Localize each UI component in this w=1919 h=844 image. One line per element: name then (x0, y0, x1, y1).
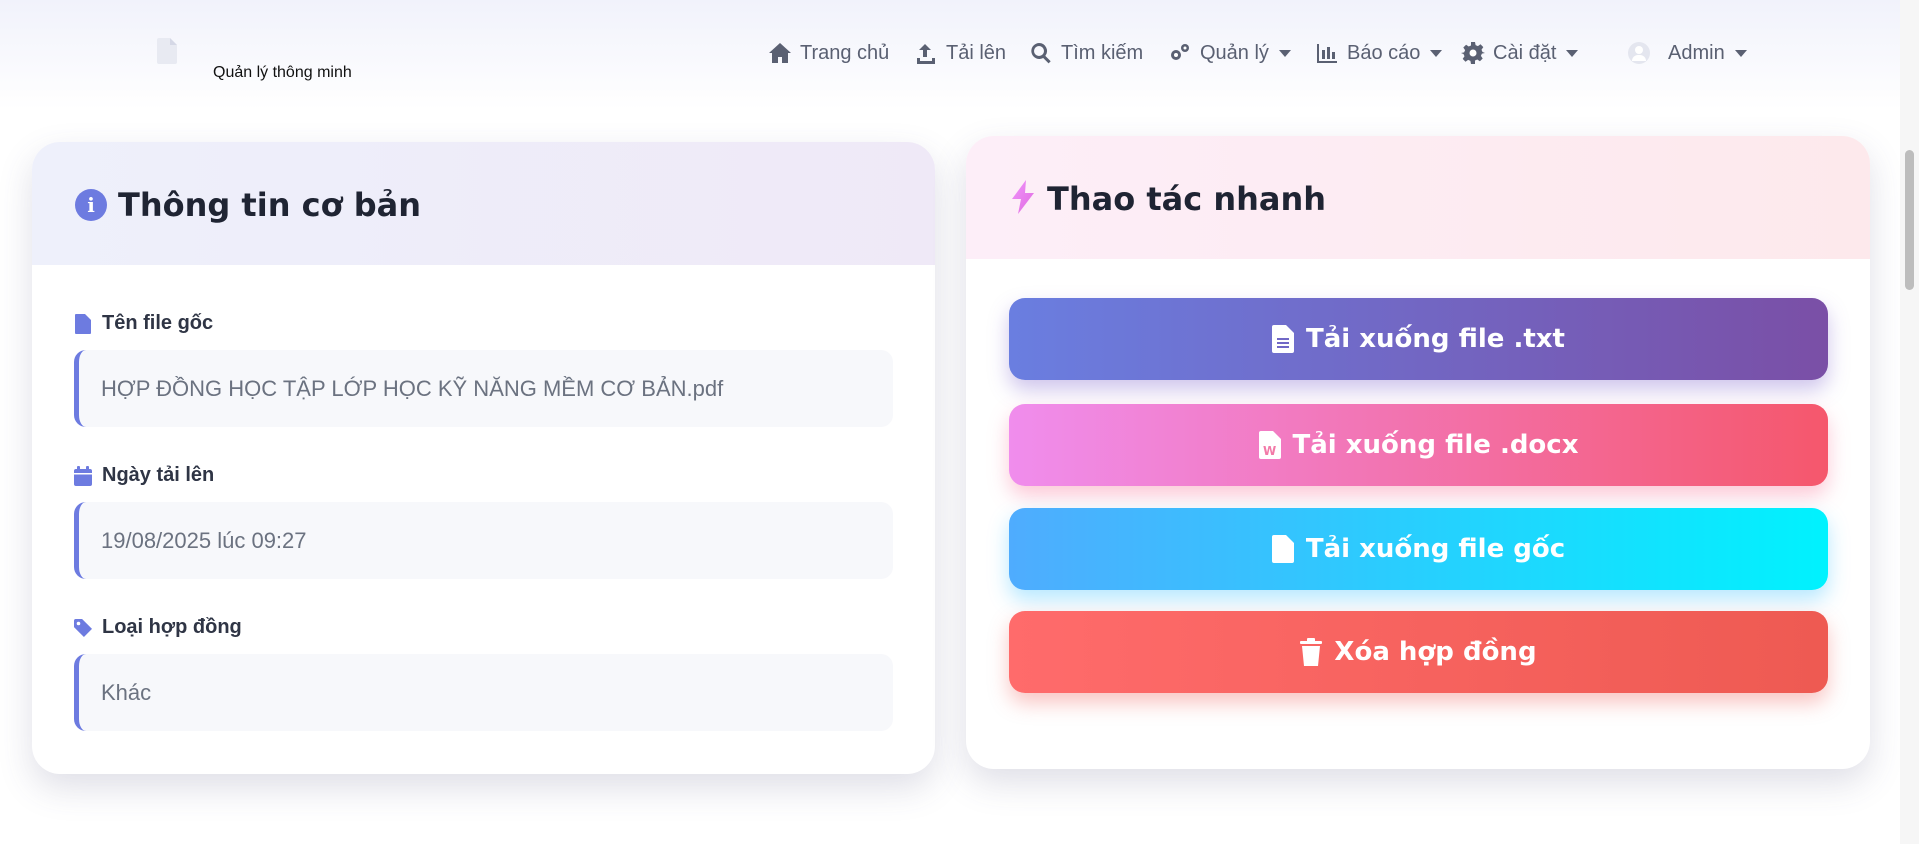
nav-search-label: Tìm kiếm (1061, 41, 1144, 64)
chevron-down-icon (1278, 49, 1291, 57)
basic-info-title: Thông tin cơ bản (118, 186, 421, 224)
field-label-upload-date: Ngày tải lên (74, 464, 214, 487)
tag-icon (74, 618, 92, 637)
quick-actions-card: Thao tác nhanh Tải xuống file .txt W Tải… (966, 136, 1870, 769)
file-word-icon: W (1258, 431, 1281, 459)
nav-reports-dropdown[interactable]: Báo cáo (1315, 38, 1443, 68)
page-scrollbar[interactable] (1900, 0, 1919, 844)
calendar-icon (74, 465, 92, 486)
quick-actions-header: Thao tác nhanh (966, 136, 1870, 259)
field-label-contract-type: Loại hợp đồng (74, 616, 242, 639)
info-circle-icon: i (75, 189, 107, 221)
file-icon (157, 38, 177, 64)
download-original-button[interactable]: Tải xuống file gốc (1009, 508, 1828, 590)
download-docx-button[interactable]: W Tải xuống file .docx (1009, 404, 1828, 486)
field-value-contract-type: Khác (74, 654, 893, 731)
field-label-filename: Tên file gốc (74, 312, 213, 335)
nav-home[interactable]: Trang chủ (768, 38, 889, 68)
chevron-down-icon (1566, 49, 1579, 57)
avatar (1628, 42, 1650, 64)
nav-settings-label: Cài đặt (1493, 41, 1557, 64)
user-menu-dropdown[interactable]: Admin (1628, 38, 1747, 68)
field-value-upload-date: 19/08/2025 lúc 09:27 (74, 502, 893, 579)
file-icon (75, 313, 91, 334)
gear-icon (1461, 42, 1485, 64)
upload-icon (917, 44, 935, 64)
brand-name[interactable]: Quản lý thông minh (213, 64, 352, 82)
nav-upload-label: Tải lên (946, 41, 1007, 64)
nav-home-label: Trang chủ (800, 41, 890, 64)
cogs-icon (1171, 44, 1189, 60)
basic-info-card: i Thông tin cơ bản Tên file gốc HỢP ĐỒNG… (32, 142, 935, 774)
trash-icon (1300, 638, 1323, 666)
nav-search[interactable]: Tìm kiếm (1029, 38, 1143, 68)
field-value-filename: HỢP ĐỒNG HỌC TẬP LỚP HỌC KỸ NĂNG MỀM CƠ … (74, 350, 893, 427)
chart-bar-icon (1317, 44, 1337, 63)
nav-manage-dropdown[interactable]: Quản lý (1168, 38, 1291, 68)
home-icon (769, 43, 791, 63)
file-icon (1271, 535, 1294, 563)
quick-actions-title: Thao tác nhanh (1047, 180, 1327, 218)
chevron-down-icon (1430, 49, 1443, 57)
svg-text:W: W (1263, 444, 1276, 458)
nav-settings-dropdown[interactable]: Cài đặt (1461, 38, 1579, 68)
file-text-icon (1272, 325, 1295, 353)
nav-reports-label: Báo cáo (1347, 41, 1421, 64)
bolt-icon (1012, 180, 1034, 214)
download-txt-button[interactable]: Tải xuống file .txt (1009, 298, 1828, 380)
chevron-down-icon (1734, 49, 1747, 57)
user-name: Admin (1668, 41, 1725, 64)
search-icon (1031, 43, 1051, 64)
nav-manage-label: Quản lý (1200, 41, 1269, 64)
navbar: Quản lý thông minh Trang chủ Tải lên Tìm… (0, 0, 1900, 110)
delete-contract-button[interactable]: Xóa hợp đồng (1009, 611, 1828, 693)
nav-upload[interactable]: Tải lên (914, 38, 1006, 68)
scrollbar-thumb[interactable] (1905, 150, 1914, 290)
basic-info-header: i Thông tin cơ bản (32, 142, 935, 265)
